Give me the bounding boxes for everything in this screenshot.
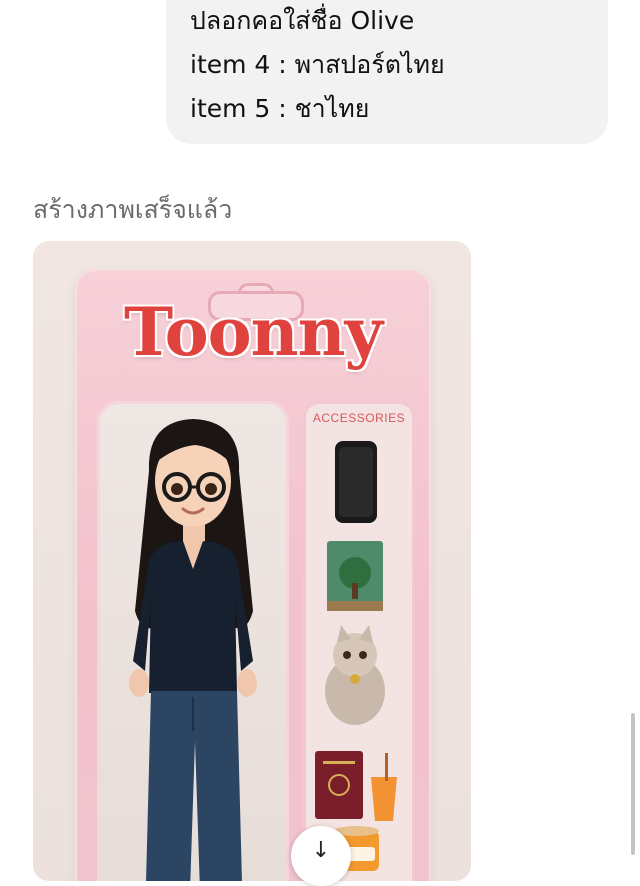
passport-icon xyxy=(315,751,363,819)
thai-tea-cup-icon xyxy=(371,753,397,821)
user-message-line-1: ปลอกคอใส่ชื่อ Olive xyxy=(190,6,415,35)
scroll-down-button[interactable]: ↓ xyxy=(291,826,351,886)
book-icon xyxy=(327,541,383,611)
accessories-title: ACCESSORIES xyxy=(312,411,406,425)
arrow-down-icon: ↓ xyxy=(311,838,331,863)
phone-icon xyxy=(335,441,377,523)
page-scrollbar[interactable] xyxy=(631,713,635,855)
toy-package: Toonny ACCESSORIES xyxy=(75,269,431,881)
brand-logo: Toonny xyxy=(124,293,383,371)
user-message-line-2: item 4 : พาสปอร์ตไทย xyxy=(190,50,445,79)
doll-figure xyxy=(129,419,257,881)
generated-image[interactable]: Toonny ACCESSORIES xyxy=(33,241,471,881)
accessories-items xyxy=(315,441,397,871)
user-message-bubble: ปลอกคอใส่ชื่อ Olive item 4 : พาสปอร์ตไทย… xyxy=(166,0,608,144)
accessories-panel: ACCESSORIES xyxy=(303,401,415,881)
figure-window xyxy=(97,401,289,881)
user-message-line-3: item 5 : ชาไทย xyxy=(190,94,370,123)
assistant-status-text: สร้างภาพเสร็จแล้ว xyxy=(33,195,233,224)
cat-icon xyxy=(325,625,385,725)
